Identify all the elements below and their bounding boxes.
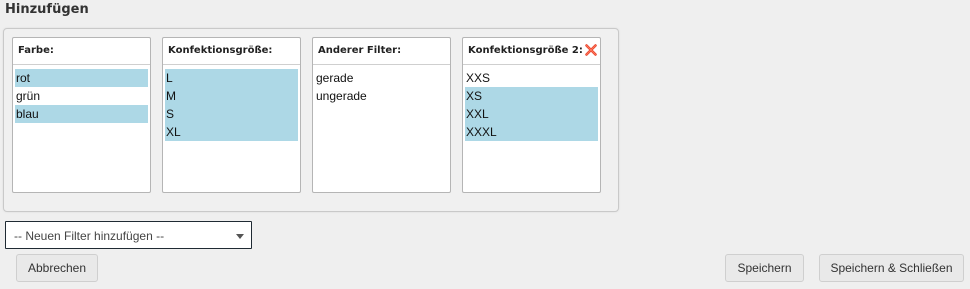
filter-box-konfektionsgroesse-2[interactable]: Konfektionsgröße 2: XXS XS XXL XXXL: [462, 37, 601, 193]
filter-header: Konfektionsgröße 2:: [463, 38, 600, 65]
filter-option[interactable]: XS: [465, 87, 598, 105]
page-title: Hinzufügen: [5, 2, 89, 17]
cancel-button[interactable]: Abbrechen: [16, 254, 98, 282]
filter-box-konfektionsgroesse[interactable]: Konfektionsgröße: L M S XL: [162, 37, 301, 193]
filter-options: rot grün blau: [13, 65, 150, 123]
filter-options: gerade ungerade: [313, 65, 450, 105]
filter-option[interactable]: XXL: [465, 105, 598, 123]
filter-option[interactable]: gerade: [315, 69, 448, 87]
filter-header: Farbe:: [13, 38, 150, 65]
filter-option[interactable]: rot: [15, 69, 148, 87]
filter-option[interactable]: XXS: [465, 69, 598, 87]
filter-box-anderer-filter[interactable]: Anderer Filter: gerade ungerade: [312, 37, 451, 193]
filter-header: Anderer Filter:: [313, 38, 450, 65]
filter-option[interactable]: XL: [165, 123, 298, 141]
filter-option[interactable]: S: [165, 105, 298, 123]
filter-option[interactable]: M: [165, 87, 298, 105]
add-filter-select-value: -- Neuen Filter hinzufügen --: [14, 229, 165, 243]
add-filter-select[interactable]: -- Neuen Filter hinzufügen --: [5, 221, 252, 249]
filter-options: L M S XL: [163, 65, 300, 141]
save-button[interactable]: Speichern: [725, 254, 804, 282]
filter-option[interactable]: L: [165, 69, 298, 87]
filter-option[interactable]: XXXL: [465, 123, 598, 141]
filter-option[interactable]: ungerade: [315, 87, 448, 105]
filter-option[interactable]: blau: [15, 105, 148, 123]
filter-panel: Farbe: rot grün blau Konfektionsgröße: L…: [3, 28, 619, 212]
save-and-close-button[interactable]: Speichern & Schließen: [819, 254, 964, 282]
filter-box-farbe[interactable]: Farbe: rot grün blau: [12, 37, 151, 193]
chevron-down-icon: [236, 234, 244, 239]
filter-option[interactable]: grün: [15, 87, 148, 105]
filter-options: XXS XS XXL XXXL: [463, 65, 600, 141]
filter-header: Konfektionsgröße:: [163, 38, 300, 65]
close-icon[interactable]: [584, 42, 598, 56]
filter-header-label: Konfektionsgröße 2:: [468, 45, 583, 56]
